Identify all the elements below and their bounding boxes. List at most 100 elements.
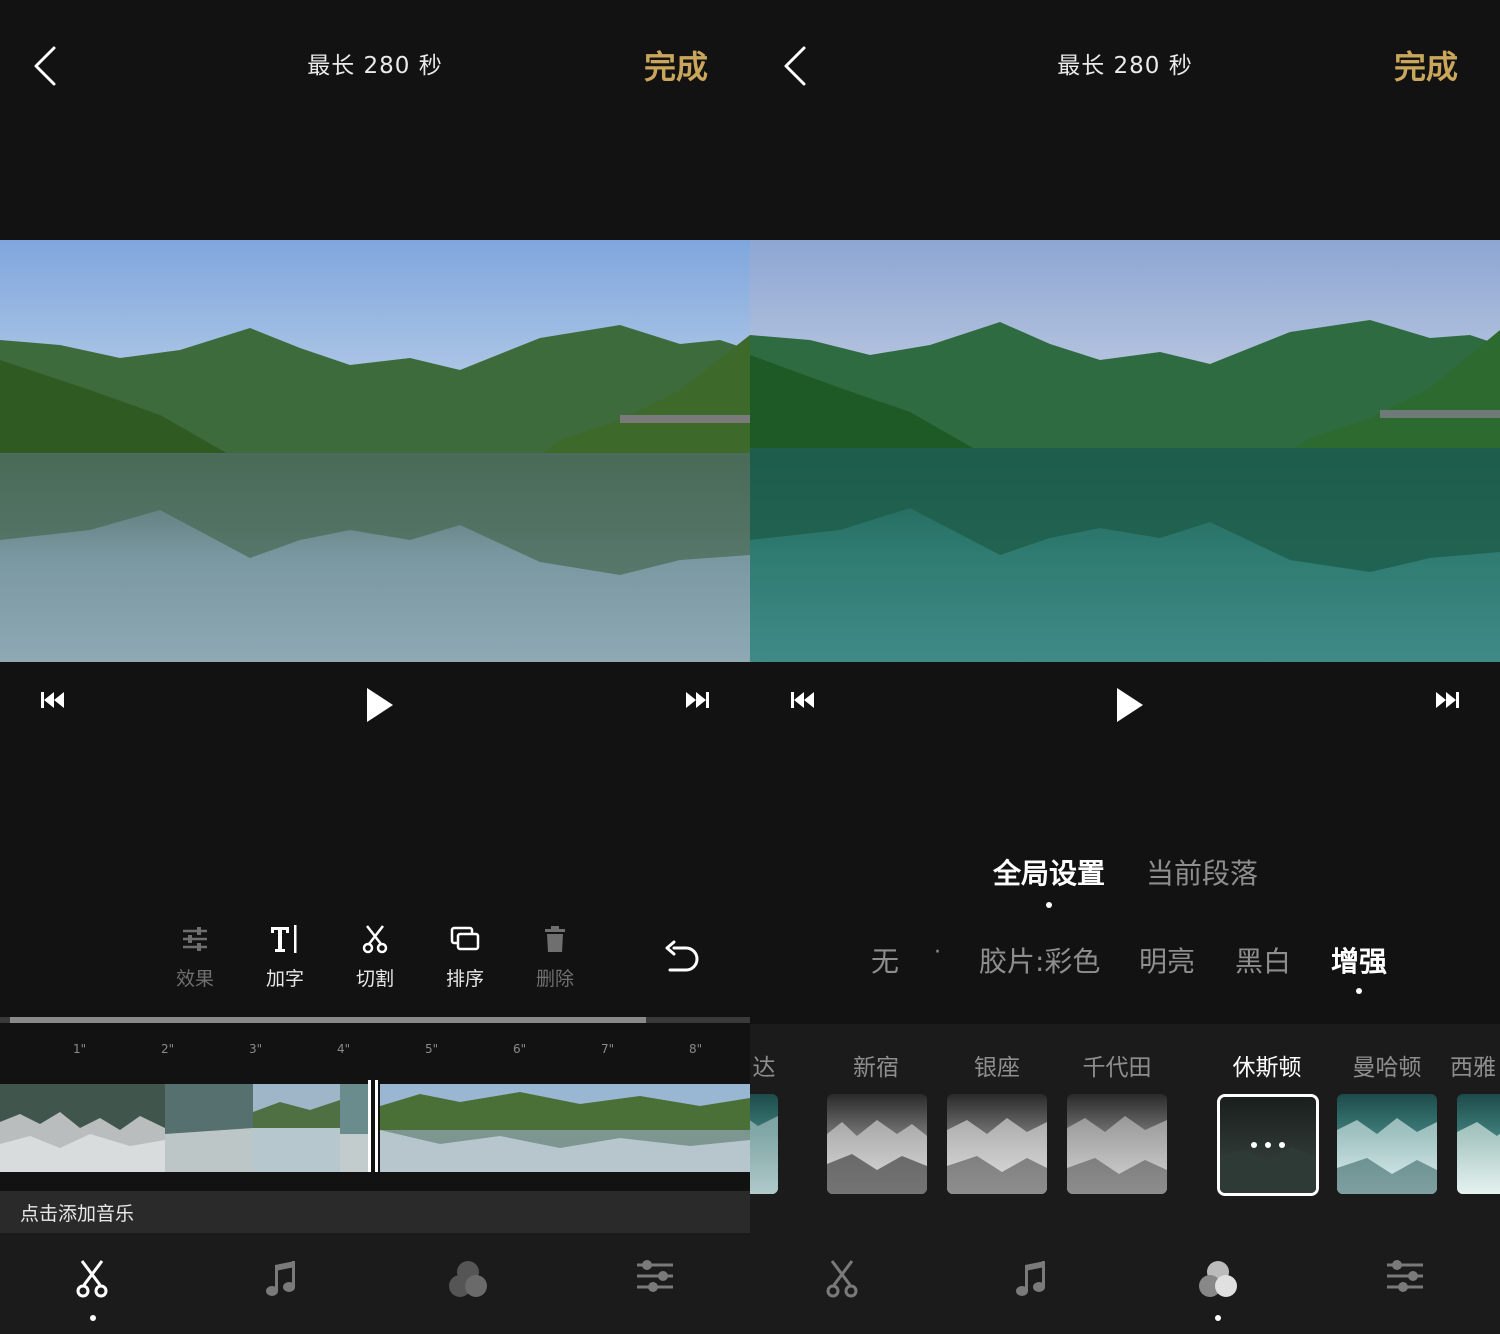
preset-thumbnail[interactable] [827, 1094, 927, 1194]
page-title: 最长 280 秒 [307, 53, 443, 79]
preset-name[interactable]: 银座 [937, 1048, 1057, 1082]
delete-button[interactable]: 删除 [515, 918, 595, 991]
skip-back-icon [41, 692, 64, 708]
clip-frame [0, 1084, 165, 1172]
timeline-playhead[interactable] [368, 1080, 378, 1172]
preset-thumbnail[interactable] [947, 1094, 1047, 1194]
ruler-tick-label: 5" [425, 1042, 439, 1056]
add-music-label: 点击添加音乐 [20, 1203, 135, 1225]
color-filter-icon [449, 1261, 487, 1297]
cut-button[interactable]: 切割 [335, 918, 415, 991]
filter-category-film-color[interactable]: 胶片:彩色 [979, 940, 1100, 980]
filter-category-bright[interactable]: 明亮 [1139, 940, 1195, 980]
skip-back-button[interactable] [40, 690, 66, 714]
category-active-indicator [1356, 988, 1362, 994]
nav-active-indicator [90, 1315, 96, 1321]
music-note-icon [1016, 1261, 1045, 1296]
timeline-progress-fill [10, 1017, 646, 1023]
video-preview[interactable] [0, 240, 750, 662]
music-note-icon [266, 1261, 295, 1296]
preset-thumbnail[interactable] [1337, 1094, 1437, 1194]
layers-icon [450, 926, 480, 951]
done-button[interactable]: 完成 [644, 42, 708, 88]
text-cursor-icon [271, 925, 297, 953]
filter-category-none[interactable]: 无 [871, 940, 899, 980]
ruler-tick-label: 1" [73, 1042, 87, 1056]
skip-forward-button[interactable] [684, 690, 710, 714]
nav-filter[interactable] [438, 1259, 498, 1309]
nav-active-indicator [1215, 1315, 1221, 1321]
color-filter-icon [1199, 1261, 1237, 1297]
tool-label: 切割 [355, 968, 394, 990]
tool-label: 排序 [445, 968, 484, 990]
more-options-icon[interactable] [1220, 1097, 1316, 1193]
nav-music[interactable] [1000, 1259, 1060, 1309]
bottom-nav [750, 1233, 1500, 1334]
play-icon [367, 688, 393, 722]
nav-music[interactable] [250, 1259, 310, 1309]
page-title: 最长 280 秒 [1057, 53, 1193, 79]
category-separator: · [934, 940, 941, 965]
skip-forward-icon [1436, 692, 1459, 708]
preset-name[interactable]: 西雅 [1450, 1048, 1500, 1082]
scissors-icon [826, 1260, 858, 1298]
effects-button[interactable]: 效果 [155, 918, 235, 991]
clip-frame [340, 1084, 368, 1172]
preset-name[interactable]: 千代田 [1057, 1048, 1177, 1082]
video-preview-filtered[interactable] [750, 240, 1500, 662]
ruler-tick-label: 2" [161, 1042, 175, 1056]
preset-name[interactable]: 曼哈顿 [1327, 1048, 1447, 1082]
editor-panel: 最长 280 秒 完成 效果 加字 切割 排序 删除 1" 2" 3" 4" 5… [0, 0, 750, 1334]
nav-adjust[interactable] [625, 1259, 685, 1309]
skip-forward-button[interactable] [1434, 690, 1460, 714]
preset-thumbnail[interactable] [1457, 1094, 1500, 1194]
ruler-tick-label: 8" [689, 1042, 703, 1056]
adjust-sliders-icon [1387, 1260, 1423, 1292]
preset-thumbnail[interactable] [750, 1094, 778, 1194]
nav-edit[interactable] [812, 1259, 872, 1309]
ruler-tick-label: 4" [337, 1042, 351, 1056]
preset-name[interactable]: 达 [750, 1048, 824, 1082]
undo-button[interactable] [664, 940, 700, 980]
tool-label: 加字 [265, 968, 304, 990]
tool-label: 效果 [175, 968, 214, 990]
nav-edit[interactable] [62, 1259, 122, 1309]
preset-name[interactable]: 新宿 [816, 1048, 936, 1082]
clip-frame [380, 1084, 750, 1172]
skip-back-button[interactable] [790, 690, 816, 714]
play-icon [1117, 688, 1143, 722]
trash-icon [545, 926, 565, 952]
filter-category-enhance[interactable]: 增强 [1331, 940, 1387, 980]
preset-thumbnail[interactable] [1067, 1094, 1167, 1194]
bottom-nav [0, 1233, 750, 1334]
tab-active-indicator [1046, 902, 1052, 908]
skip-forward-icon [686, 692, 709, 708]
play-button[interactable] [1115, 686, 1145, 728]
ruler-tick-label: 3" [249, 1042, 263, 1056]
nav-filter[interactable] [1188, 1259, 1248, 1309]
add-text-button[interactable]: 加字 [245, 918, 325, 991]
done-button[interactable]: 完成 [1394, 42, 1458, 88]
clip-frame [165, 1084, 253, 1172]
play-button[interactable] [365, 686, 395, 728]
nav-adjust[interactable] [1375, 1259, 1435, 1309]
adjust-sliders-icon [637, 1260, 673, 1292]
tab-current-segment[interactable]: 当前段落 [1146, 852, 1258, 892]
ruler-tick-label: 7" [601, 1042, 615, 1056]
filter-category-bw[interactable]: 黑白 [1235, 940, 1291, 980]
ruler-tick-label: 6" [513, 1042, 527, 1056]
sort-button[interactable]: 排序 [425, 918, 505, 991]
tab-global-settings[interactable]: 全局设置 [993, 852, 1105, 892]
skip-back-icon [791, 692, 814, 708]
tool-label: 删除 [535, 968, 574, 990]
clip-frame [253, 1084, 340, 1172]
scissors-icon [76, 1260, 108, 1298]
undo-icon [665, 940, 699, 972]
add-music-bar[interactable]: 点击添加音乐 [0, 1191, 750, 1233]
preset-thumbnail-selected[interactable] [1217, 1094, 1319, 1196]
scissors-icon [362, 925, 388, 954]
time-ruler: 1" 2" 3" 4" 5" 6" 7" 8" [0, 1042, 750, 1072]
preset-name[interactable]: 休斯顿 [1207, 1048, 1327, 1082]
sliders-icon [183, 927, 207, 951]
filter-panel: 最长 280 秒 完成 全局设置 当前段落 无 · 胶片:彩色 明亮 黑白 增强… [750, 0, 1500, 1334]
